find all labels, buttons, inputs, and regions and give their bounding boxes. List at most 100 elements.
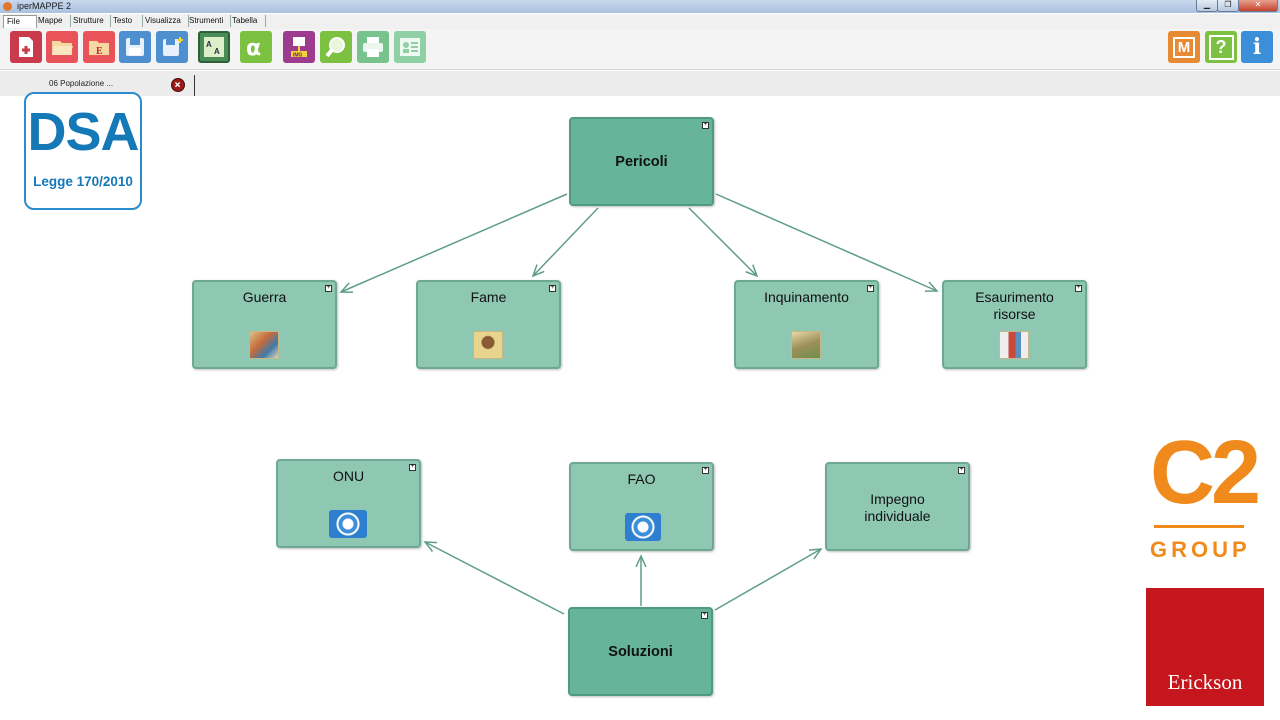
node-guerra[interactable]: Guerra + bbox=[192, 280, 337, 369]
map-canvas[interactable]: Pericoli + Guerra + Fame + Inquinamento … bbox=[3, 96, 1277, 720]
node-label: Esaurimento risorse bbox=[975, 289, 1054, 322]
node-impegno-individuale[interactable]: Impegno individuale + bbox=[825, 462, 970, 551]
save-as-button[interactable] bbox=[156, 31, 188, 63]
tab-separator bbox=[194, 75, 195, 97]
help-icon: ? bbox=[1208, 34, 1234, 60]
maximize-button[interactable]: ❐ bbox=[1217, 0, 1239, 12]
expand-icon[interactable]: + bbox=[409, 464, 416, 471]
edge-pericoli-fame bbox=[531, 207, 599, 278]
document-tab-label: 06 Popolazione ... bbox=[49, 79, 114, 88]
m-icon: M bbox=[1172, 36, 1196, 58]
window-title: iperMAPPE 2 bbox=[17, 1, 72, 11]
node-label: Guerra bbox=[242, 289, 287, 305]
minimize-button[interactable]: ▁ bbox=[1196, 0, 1218, 12]
svg-text:E: E bbox=[96, 46, 103, 57]
fao-emblem-icon bbox=[625, 513, 661, 541]
node-fao[interactable]: FAO + bbox=[569, 462, 714, 551]
edge-soluzioni-onu bbox=[423, 541, 565, 615]
expand-icon[interactable]: + bbox=[702, 122, 709, 129]
menu-visualizza[interactable]: Visualizza bbox=[142, 15, 189, 27]
folder-open-icon bbox=[52, 41, 73, 55]
close-tab-icon[interactable] bbox=[171, 78, 185, 92]
resources-picture-icon bbox=[999, 331, 1029, 359]
open-button[interactable] bbox=[46, 31, 78, 63]
dsa-logo-subtitle: Legge 170/2010 bbox=[33, 174, 133, 189]
svg-text:A: A bbox=[214, 47, 220, 56]
document-tab[interactable]: 06 Popolazione ... bbox=[5, 73, 195, 97]
save-button[interactable] bbox=[119, 31, 151, 63]
menu-strumenti[interactable]: Strumenti bbox=[186, 15, 231, 27]
expand-icon[interactable]: + bbox=[1075, 285, 1082, 292]
node-label: Fame bbox=[470, 289, 507, 305]
edge-pericoli-esaurimento bbox=[715, 193, 939, 292]
node-fame[interactable]: Fame + bbox=[416, 280, 561, 369]
new-document-icon bbox=[19, 37, 33, 57]
document-tabs: 06 Popolazione ... bbox=[0, 71, 1280, 97]
alpha-button[interactable]: α bbox=[240, 31, 272, 63]
svg-text:IMG: IMG bbox=[293, 53, 303, 59]
new-map-button[interactable] bbox=[10, 31, 42, 63]
app-icon bbox=[3, 2, 12, 11]
title-bar: iperMAPPE 2 ▁ ❐ ✕ bbox=[0, 0, 1280, 13]
node-pericoli[interactable]: Pericoli + bbox=[569, 117, 714, 206]
insert-image-button[interactable]: IMG bbox=[283, 31, 315, 63]
floppy-plus-icon bbox=[163, 37, 183, 56]
toolbar: E AA α IMG M ? i bbox=[0, 29, 1280, 70]
menu-testo[interactable]: Testo bbox=[110, 15, 143, 27]
expand-icon[interactable]: + bbox=[549, 285, 556, 292]
erickson-logo: Erickson bbox=[1146, 588, 1264, 706]
svg-text:α: α bbox=[246, 36, 261, 59]
mappe-m-button[interactable]: M bbox=[1168, 31, 1200, 63]
folder-e-icon: E bbox=[89, 41, 109, 57]
contacts-button[interactable] bbox=[394, 31, 426, 63]
floppy-icon bbox=[126, 38, 144, 56]
erickson-logo-text: Erickson bbox=[1167, 670, 1243, 694]
c2-logo-group: GROUP bbox=[1150, 537, 1251, 562]
c2-logo-bar bbox=[1154, 525, 1244, 528]
node-onu[interactable]: ONU + bbox=[276, 459, 421, 548]
abc-icon: AA bbox=[204, 37, 224, 57]
expand-icon[interactable]: + bbox=[325, 285, 332, 292]
expand-icon[interactable]: + bbox=[867, 285, 874, 292]
edge-pericoli-inquinamento bbox=[688, 207, 759, 278]
menu-file[interactable]: File bbox=[3, 15, 37, 28]
text-style-button[interactable]: AA bbox=[198, 31, 230, 63]
node-inquinamento[interactable]: Inquinamento + bbox=[734, 280, 879, 369]
magnifier-icon bbox=[325, 37, 345, 58]
node-soluzioni[interactable]: Soluzioni + bbox=[568, 607, 713, 696]
contact-card-icon bbox=[400, 38, 420, 56]
hunger-picture-icon bbox=[473, 331, 503, 359]
zoom-button[interactable] bbox=[320, 31, 352, 63]
c2-group-logo: C2 GROUP bbox=[1150, 423, 1261, 568]
print-button[interactable] bbox=[357, 31, 389, 63]
menu-mappe[interactable]: Mappe bbox=[35, 15, 71, 27]
edge-pericoli-guerra bbox=[339, 193, 568, 293]
menu-tabella[interactable]: Tabella bbox=[229, 15, 266, 27]
edge-soluzioni-impegno bbox=[714, 548, 823, 611]
node-label: ONU bbox=[332, 468, 365, 484]
node-label: FAO bbox=[627, 471, 656, 487]
menu-strutture[interactable]: Strutture bbox=[70, 15, 111, 27]
close-window-button[interactable]: ✕ bbox=[1238, 0, 1278, 12]
alpha-icon: α bbox=[246, 36, 261, 59]
node-label: Inquinamento bbox=[764, 289, 849, 305]
war-picture-icon bbox=[249, 331, 279, 359]
info-icon: i bbox=[1252, 34, 1262, 60]
node-label: Impegno individuale bbox=[864, 491, 931, 524]
info-button[interactable]: i bbox=[1241, 31, 1273, 63]
pollution-picture-icon bbox=[791, 331, 821, 359]
expand-icon[interactable]: + bbox=[702, 467, 709, 474]
un-emblem-icon bbox=[329, 510, 367, 538]
expand-icon[interactable]: + bbox=[701, 612, 708, 619]
node-label: Soluzioni bbox=[608, 644, 673, 660]
c2-logo-mark: C2 bbox=[1150, 423, 1261, 523]
dsa-logo-title: DSA bbox=[27, 102, 139, 162]
node-label: Pericoli bbox=[615, 154, 668, 170]
menu-bar: File Mappe Strutture Testo Visualizza St… bbox=[0, 14, 1280, 29]
expand-icon[interactable]: + bbox=[958, 467, 965, 474]
help-button[interactable]: ? bbox=[1205, 31, 1237, 63]
open-e-button[interactable]: E bbox=[83, 31, 115, 63]
node-esaurimento-risorse[interactable]: Esaurimento risorse + bbox=[942, 280, 1087, 369]
dsa-logo: DSA Legge 170/2010 bbox=[24, 92, 142, 210]
insert-image-icon: IMG bbox=[291, 37, 307, 59]
